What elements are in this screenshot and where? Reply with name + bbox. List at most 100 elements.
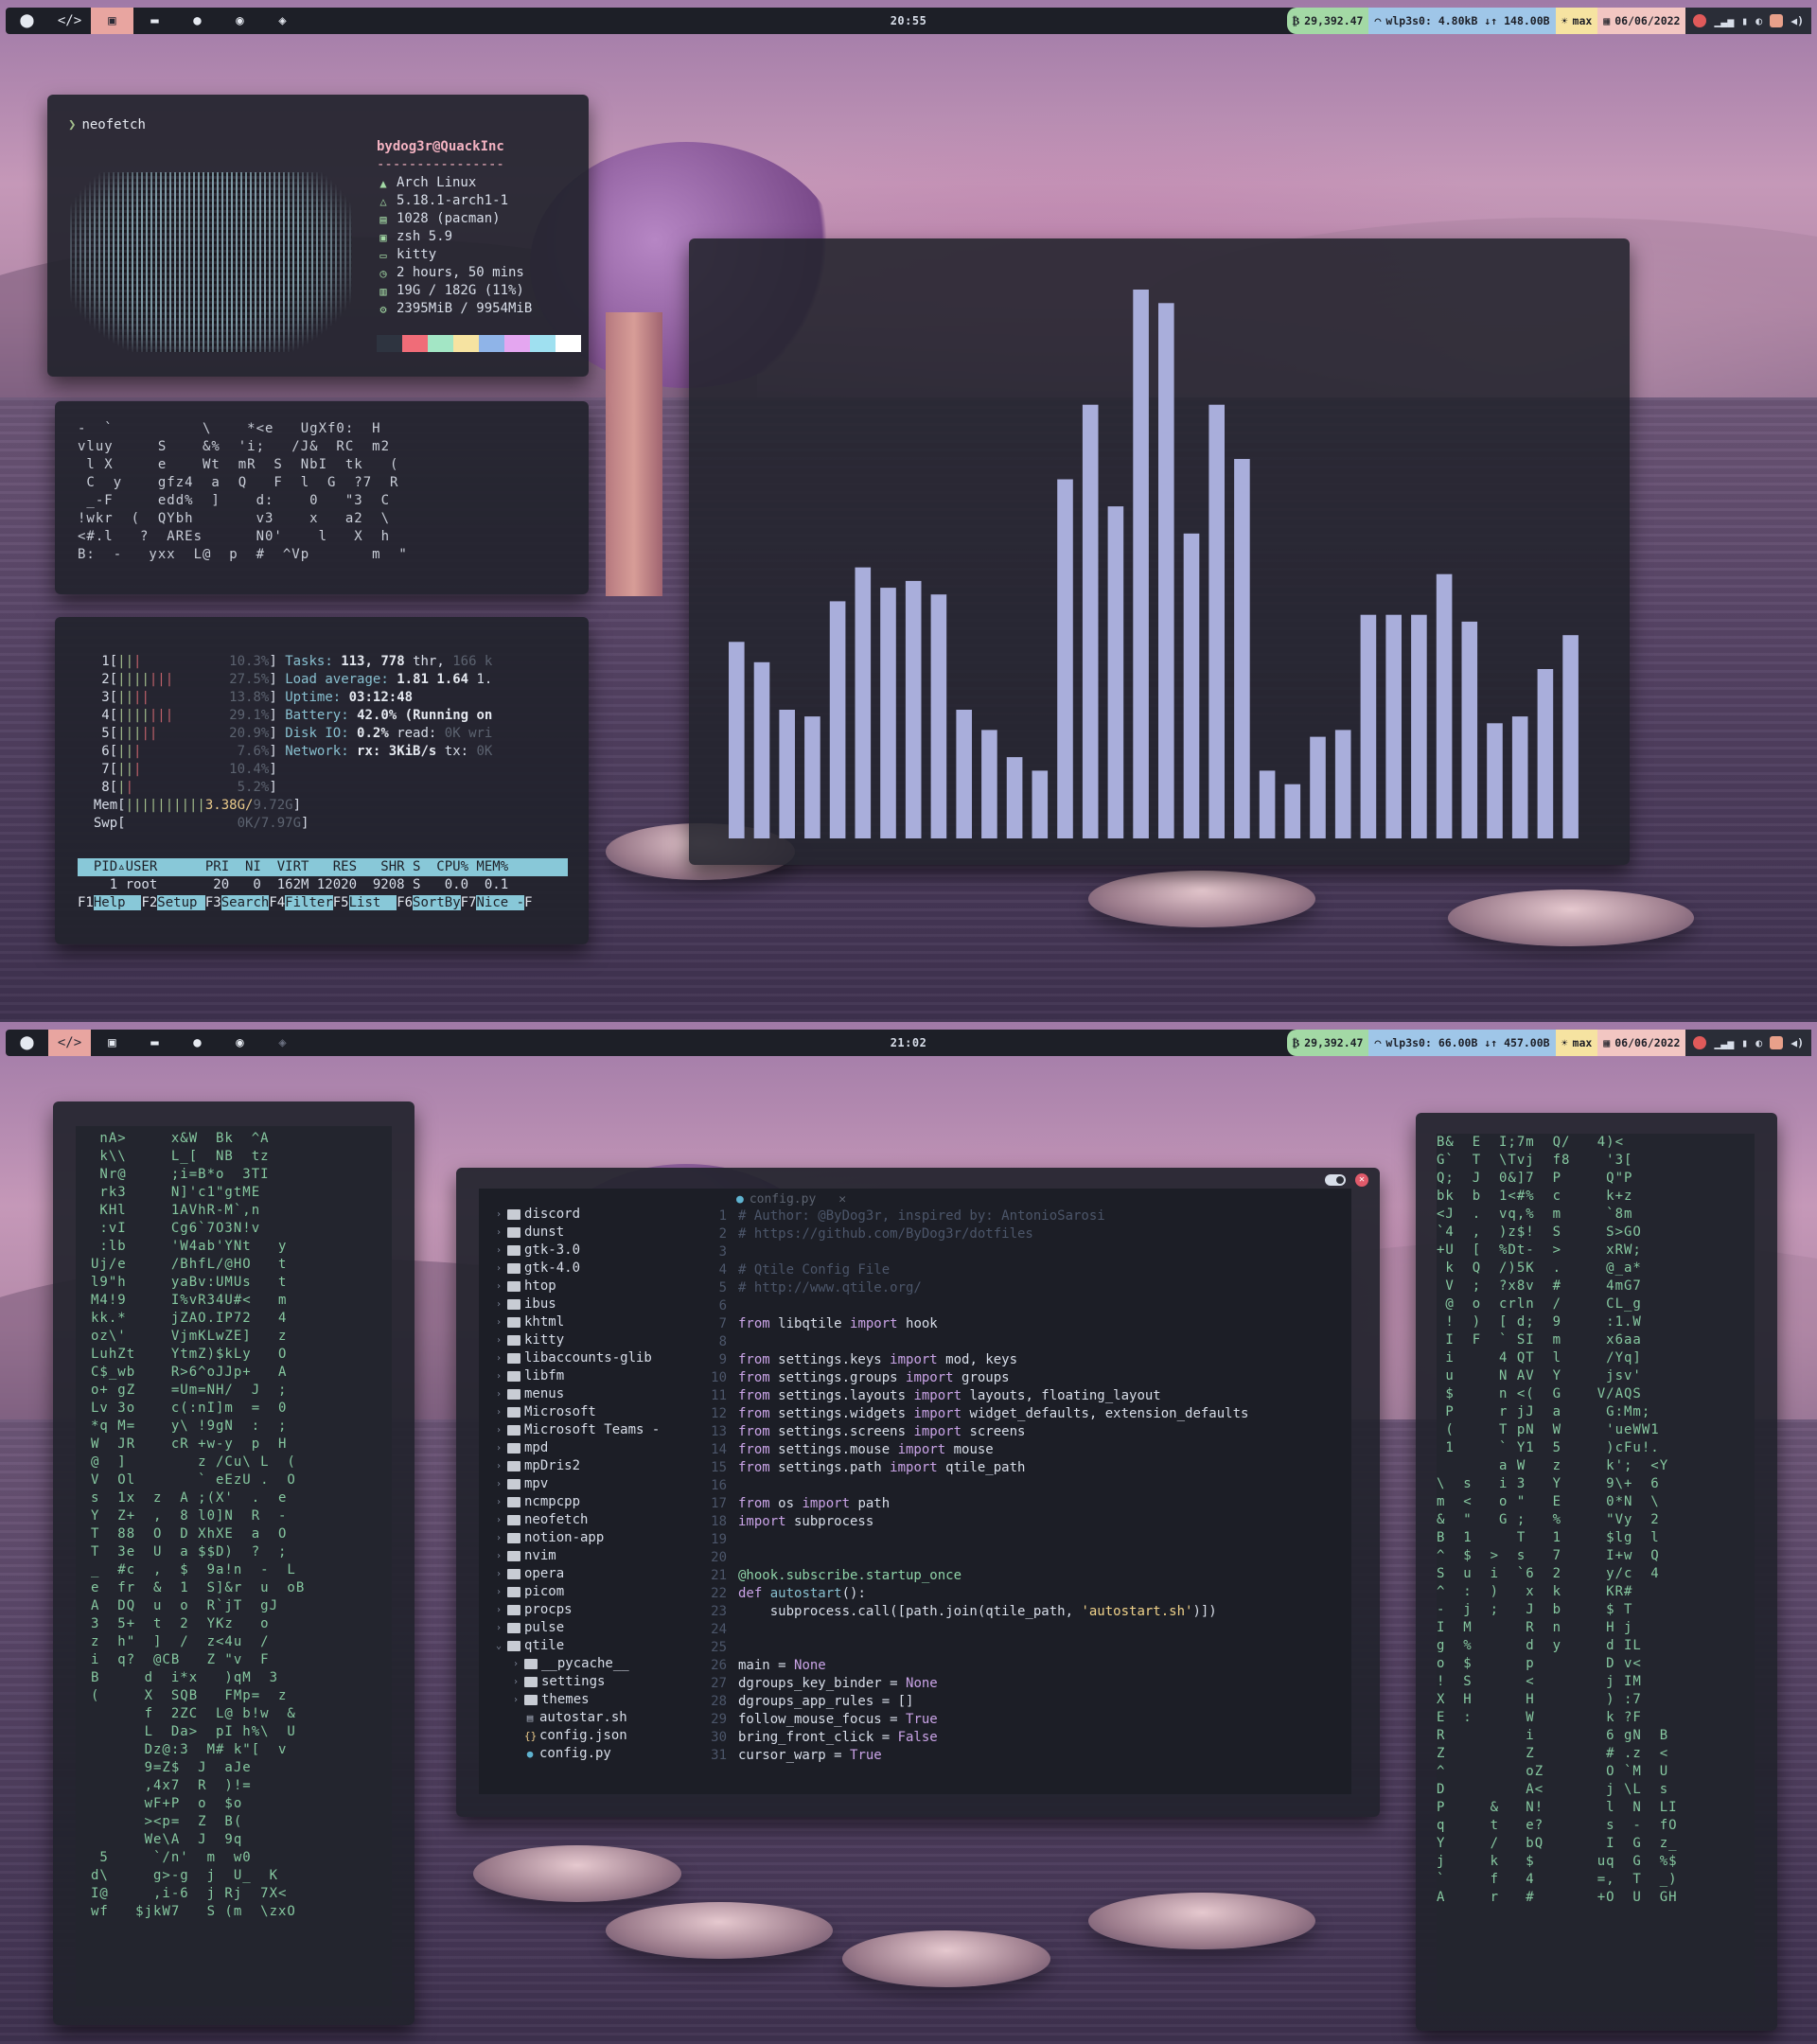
tree-item-settings[interactable]: › settings	[479, 1673, 698, 1691]
code-editor-window[interactable]: › discord › dunst › gtk-3.0 › gtk-4.0 › htop › ibus…	[456, 1168, 1380, 1817]
terminal-icon[interactable]: ▣	[91, 8, 133, 34]
process-table-header[interactable]: PID▵USER PRI NI VIRT RES SHR S CPU% MEM%	[78, 858, 568, 876]
tree-item-config-py[interactable]: ● config.py	[479, 1745, 698, 1763]
key-label[interactable]: Help	[93, 895, 142, 910]
opera-icon[interactable]	[1693, 14, 1707, 27]
function-key[interactable]: F7Nice -	[461, 894, 525, 912]
tree-item-neofetch[interactable]: › neofetch	[479, 1511, 698, 1529]
tree-item-ibus[interactable]: › ibus	[479, 1295, 698, 1313]
key-name[interactable]: F4	[269, 895, 285, 910]
process-row[interactable]: 1 root 20 0 162M 12020 9208 S 0.0 0.1	[78, 876, 508, 894]
code-line: 7 from libqtile import hook	[706, 1315, 1248, 1333]
key-name[interactable]: F3	[205, 895, 221, 910]
tree-item-themes[interactable]: › themes	[479, 1691, 698, 1709]
opera-icon[interactable]	[1693, 1036, 1707, 1049]
signal-icon[interactable]: ▁▃▅	[1714, 14, 1734, 27]
chat-icon[interactable]: ●	[176, 8, 219, 34]
spotify-icon[interactable]: ◉	[219, 1030, 261, 1056]
function-key[interactable]: F2Setup	[141, 894, 205, 912]
key-label[interactable]: Search	[221, 895, 270, 910]
matrix-window-right[interactable]: B& E I;7m Q/ 4)< G` T \Tvj f8 '3[Q; J 0&]…	[1416, 1113, 1777, 2031]
folder-icon[interactable]: ▬	[133, 1030, 176, 1056]
code-content[interactable]: 1 # Author: @ByDog3r, inspired by: Antoni…	[706, 1207, 1248, 1765]
key-label[interactable]: List	[348, 895, 397, 910]
code-token: settings.groups	[769, 1370, 907, 1385]
folder-icon[interactable]: ▬	[133, 8, 176, 34]
key-name[interactable]: F1	[78, 895, 94, 910]
tree-item-menus[interactable]: › menus	[479, 1385, 698, 1403]
function-key[interactable]: F1Help	[78, 894, 142, 912]
tree-item-gtk-3-0[interactable]: › gtk-3.0	[479, 1242, 698, 1260]
spotify-icon[interactable]: ◉	[219, 8, 261, 34]
tree-item-khtml[interactable]: › khtml	[479, 1313, 698, 1331]
function-key[interactable]: F3Search	[205, 894, 270, 912]
layers-icon[interactable]: ◈	[261, 1030, 304, 1056]
tree-item-microsoft[interactable]: › Microsoft	[479, 1403, 698, 1421]
key-label[interactable]: Setup	[157, 895, 205, 910]
tree-item-discord[interactable]: › discord	[479, 1206, 698, 1224]
volume-icon[interactable]: ◀)	[1791, 1036, 1804, 1049]
tree-item-procps[interactable]: › procps	[479, 1601, 698, 1619]
arch-icon[interactable]: ⬤	[6, 1030, 48, 1056]
tab-config-py[interactable]: ● config.py ✕	[736, 1190, 846, 1207]
close-tab-icon[interactable]: ✕	[838, 1192, 846, 1207]
tree-item-mpdris2[interactable]: › mpDris2	[479, 1457, 698, 1475]
layers-icon[interactable]: ◈	[261, 8, 304, 34]
volume-icon[interactable]: ◀)	[1791, 14, 1804, 27]
tree-item-config-json[interactable]: {} config.json	[479, 1727, 698, 1745]
tree-item--pycache-[interactable]: › __pycache__	[479, 1655, 698, 1673]
code-icon[interactable]: </>	[48, 1030, 91, 1056]
function-key[interactable]: F5List	[333, 894, 397, 912]
terminal-icon[interactable]: ▣	[91, 1030, 133, 1056]
key-name[interactable]: F	[524, 895, 532, 910]
folder-icon	[507, 1227, 520, 1238]
tree-item-picom[interactable]: › picom	[479, 1583, 698, 1601]
tree-item-dunst[interactable]: › dunst	[479, 1224, 698, 1242]
signal-icon[interactable]: ▁▃▅	[1714, 1036, 1734, 1049]
tree-item-ncmpcpp[interactable]: › ncmpcpp	[479, 1493, 698, 1511]
tree-item-mpd[interactable]: › mpd	[479, 1439, 698, 1457]
audio-visualizer-window[interactable]	[689, 238, 1630, 865]
key-name[interactable]: F6	[397, 895, 413, 910]
key-name[interactable]: F2	[141, 895, 157, 910]
matrix-line: ( T pN W 'ueWW1	[1437, 1422, 1660, 1437]
tree-item-gtk-4-0[interactable]: › gtk-4.0	[479, 1260, 698, 1278]
discord-icon[interactable]: ◐	[1755, 1036, 1762, 1049]
code-icon[interactable]: </>	[48, 8, 91, 34]
neofetch-window[interactable]: ❯ neofetch bydog3r@QuackInc -------------…	[47, 95, 589, 377]
key-label[interactable]: Nice -	[476, 895, 525, 910]
htop-window[interactable]: 1[||| 10.3%] Tasks: 113, 778 thr, 166 k …	[55, 617, 589, 944]
app-tray-icon[interactable]	[1770, 14, 1784, 27]
tree-item-microsoft-teams-[interactable]: › Microsoft Teams -	[479, 1421, 698, 1439]
battery-icon[interactable]: ▮	[1741, 1036, 1748, 1049]
tree-item-htop[interactable]: › htop	[479, 1278, 698, 1295]
tree-item-libaccounts-glib[interactable]: › libaccounts-glib	[479, 1349, 698, 1367]
discord-icon[interactable]: ◐	[1755, 14, 1762, 27]
tree-item-autostar-sh[interactable]: ▤ autostar.sh	[479, 1709, 698, 1727]
matrix-window-left[interactable]: nA> x&W Bk ^A k\\ L_[ NB tz Nr@ ;i=B*o 3…	[53, 1101, 415, 2025]
tree-item-kitty[interactable]: › kitty	[479, 1331, 698, 1349]
tree-item-opera[interactable]: › opera	[479, 1565, 698, 1583]
toggle-icon[interactable]	[1325, 1174, 1346, 1186]
function-key[interactable]: F	[524, 894, 532, 912]
code-token: # https://github.com/ByDog3r/dotfiles	[738, 1226, 1033, 1242]
tree-item-notion-app[interactable]: › notion-app	[479, 1529, 698, 1547]
app-tray-icon[interactable]	[1770, 1036, 1784, 1049]
arch-icon[interactable]: ⬤	[6, 8, 48, 34]
key-name[interactable]: F5	[333, 895, 349, 910]
tree-item-mpv[interactable]: › mpv	[479, 1475, 698, 1493]
tree-item-libfm[interactable]: › libfm	[479, 1367, 698, 1385]
key-label[interactable]: SortBy	[413, 895, 461, 910]
key-name[interactable]: F7	[461, 895, 477, 910]
tree-item-nvim[interactable]: › nvim	[479, 1547, 698, 1565]
interface-name: wlp3s0:	[1385, 1036, 1432, 1049]
close-icon[interactable]: ✕	[1355, 1173, 1368, 1187]
chat-icon[interactable]: ●	[176, 1030, 219, 1056]
tree-item-pulse[interactable]: › pulse	[479, 1619, 698, 1637]
key-label[interactable]: Filter	[285, 895, 333, 910]
function-key[interactable]: F4Filter	[269, 894, 333, 912]
tree-item-qtile[interactable]: ⌄ qtile	[479, 1637, 698, 1655]
matrix-window[interactable]: - ` \ *<e UgXf0: H vluy S &% 'i; /J& RC m…	[55, 401, 589, 594]
function-key[interactable]: F6SortBy	[397, 894, 461, 912]
battery-icon[interactable]: ▮	[1741, 14, 1748, 27]
